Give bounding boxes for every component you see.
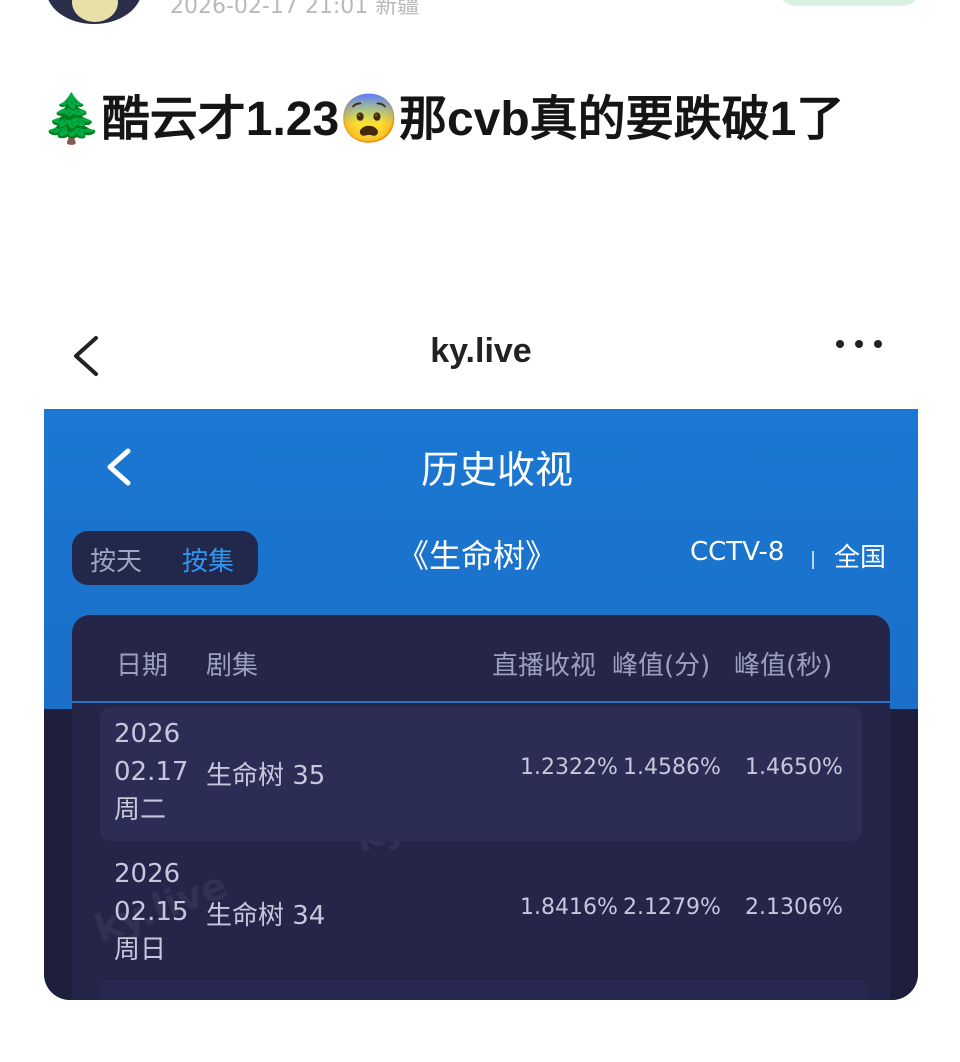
header-episode: 剧集 xyxy=(206,651,259,681)
row-live-rating: 1.2322% xyxy=(520,755,618,780)
browser-bar: ky.live xyxy=(44,292,918,409)
channel-selector[interactable]: CCTV-8 xyxy=(690,537,784,567)
row-weekday: 周二 xyxy=(114,795,167,825)
row-episode: 生命树 35 xyxy=(206,761,326,791)
header-date: 日期 xyxy=(116,651,169,681)
toggle-by-episode[interactable]: 按集 xyxy=(182,541,234,578)
header-peak-sec: 峰值(秒) xyxy=(734,651,833,681)
ratings-table: 日期 剧集 直播收视 峰值(分) 峰值(秒) ky.live ky.live k… xyxy=(72,615,890,1000)
table-header: 日期 剧集 直播收视 峰值(分) 峰值(秒) xyxy=(72,615,890,703)
header-peak-min: 峰值(分) xyxy=(612,651,711,681)
avatar[interactable] xyxy=(46,0,142,24)
row-peak-sec: 2.1306% xyxy=(745,895,843,920)
row-peak-min: 1.4586% xyxy=(623,755,721,780)
row-weekday: 周日 xyxy=(114,935,167,965)
post-header: 2026-02-17 21:01 新疆 xyxy=(0,0,960,40)
app-title: 历史收视 xyxy=(420,448,573,492)
table-row[interactable]: 2026 02.15 周日 生命树 34 1.8416% 2.1279% 2.1… xyxy=(100,847,862,981)
region-selector[interactable]: 全国 xyxy=(834,537,886,574)
row-date: 2026 02.17 周二 xyxy=(114,715,188,829)
row-year: 2026 xyxy=(114,859,181,889)
row-year: 2026 xyxy=(114,719,181,749)
divider xyxy=(812,551,814,569)
toggle-by-day[interactable]: 按天 xyxy=(90,541,142,578)
screenshot-card[interactable]: ky.live 历史收视 按天 按集 《生命树》 CCTV-8 全国 日期 剧集… xyxy=(44,292,918,1000)
row-peak-min: 2.1279% xyxy=(623,895,721,920)
post-meta: 2026-02-17 21:01 新疆 xyxy=(170,0,420,19)
row-episode: 生命树 34 xyxy=(206,901,326,931)
next-row-peek xyxy=(100,980,866,1000)
view-toggle: 按天 按集 xyxy=(72,531,258,585)
table-row[interactable]: 2026 02.17 周二 生命树 35 1.2322% 1.4586% 1.4… xyxy=(100,707,862,841)
show-title: 《生命树》 xyxy=(397,537,558,575)
header-live: 直播收视 xyxy=(492,651,597,681)
app-panel: 历史收视 按天 按集 《生命树》 CCTV-8 全国 日期 剧集 直播收视 峰值… xyxy=(44,409,918,1000)
browser-url: ky.live xyxy=(430,332,532,370)
post-title: 🌲酷云才1.23😨那cvb真的要跌破1了 xyxy=(42,93,845,146)
row-date: 2026 02.15 周日 xyxy=(114,855,188,969)
follow-button[interactable] xyxy=(778,0,920,6)
row-live-rating: 1.8416% xyxy=(520,895,618,920)
row-day: 02.15 xyxy=(114,897,189,927)
row-day: 02.17 xyxy=(114,757,189,787)
row-peak-sec: 1.4650% xyxy=(745,755,843,780)
more-options-icon[interactable] xyxy=(834,328,888,358)
